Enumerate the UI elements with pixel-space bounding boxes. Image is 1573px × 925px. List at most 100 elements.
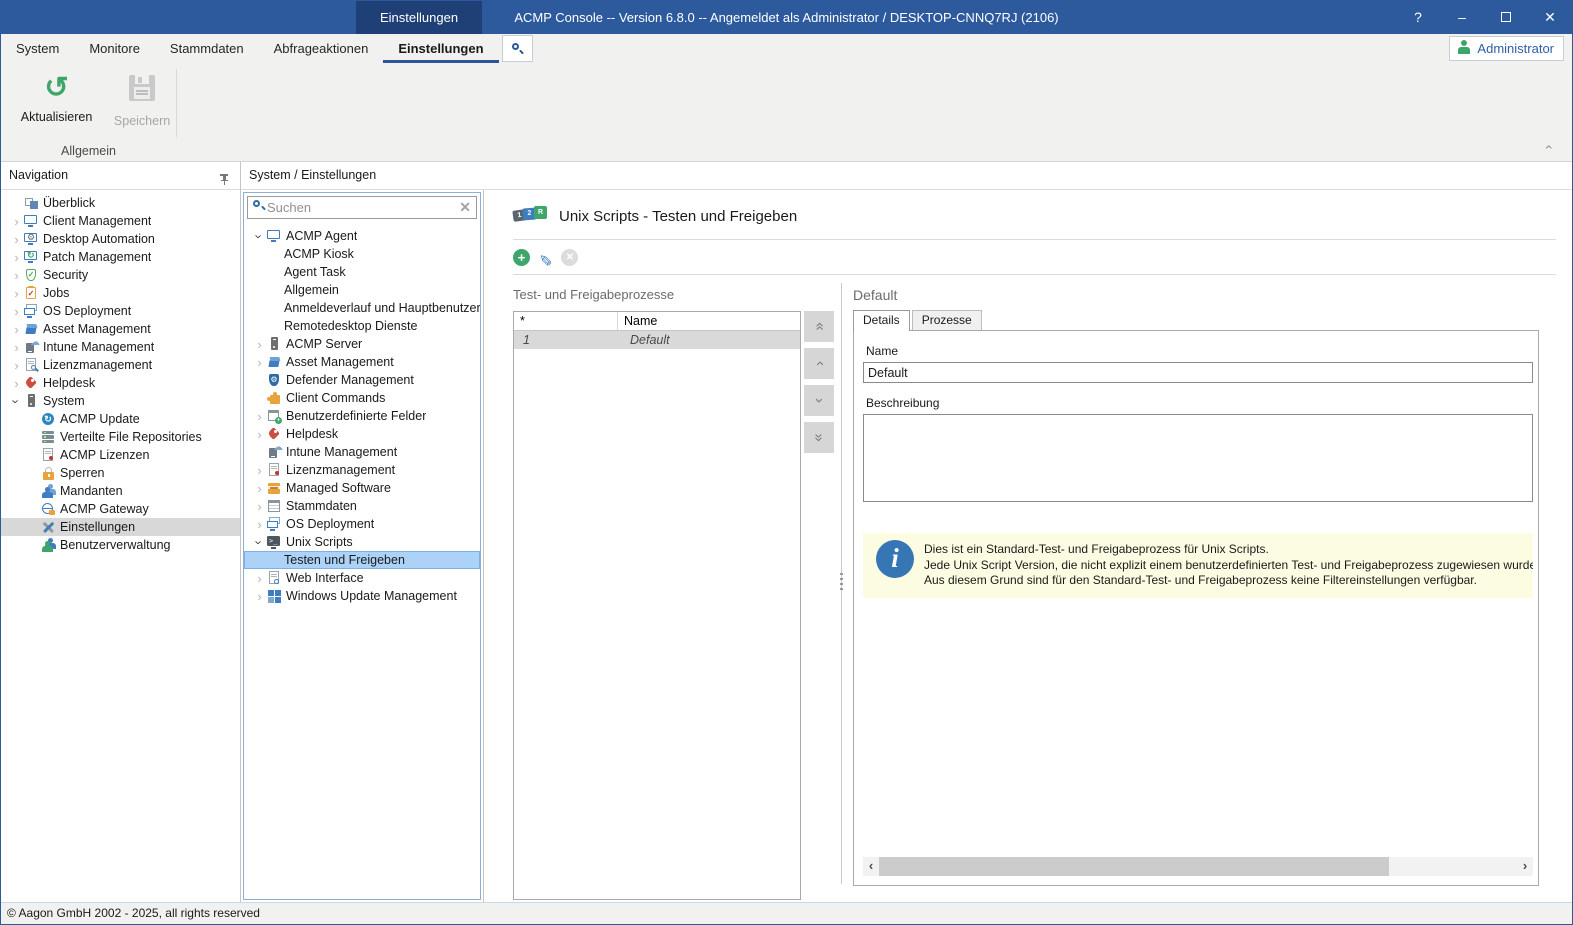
expand-chevron-icon[interactable]: › — [252, 535, 267, 550]
expand-chevron-icon[interactable]: › — [9, 232, 24, 247]
settings-item-asset-management[interactable]: ›Asset Management — [244, 353, 480, 371]
nav-item-überblick[interactable]: Überblick — [1, 194, 240, 212]
settings-item-intune-management[interactable]: ☁Intune Management — [244, 443, 480, 461]
description-field[interactable] — [863, 414, 1533, 502]
nav-item-lizenzmanagement[interactable]: ›Lizenzmanagement — [1, 356, 240, 374]
settings-item-defender-management[interactable]: ⚙Defender Management — [244, 371, 480, 389]
nav-item-security[interactable]: ›✓Security — [1, 266, 240, 284]
settings-item-client-commands[interactable]: Client Commands — [244, 389, 480, 407]
scrollbar-track[interactable] — [879, 857, 1517, 876]
expand-chevron-icon[interactable]: › — [9, 214, 24, 229]
menu-tab-abfrageaktionen[interactable]: Abfrageaktionen — [259, 34, 384, 63]
settings-item-anmeldeverlauf-und-hauptbenutzer[interactable]: Anmeldeverlauf und Hauptbenutzer — [244, 299, 480, 317]
process-row-default[interactable]: 1Default — [514, 331, 800, 349]
expand-chevron-icon[interactable]: › — [252, 571, 267, 586]
settings-item-testen-und-freigeben[interactable]: Testen und Freigeben — [244, 551, 480, 569]
nav-item-intune-management[interactable]: ›☁Intune Management — [1, 338, 240, 356]
name-field[interactable] — [863, 362, 1533, 383]
nav-item-acmp-gateway[interactable]: ACMP Gateway — [1, 500, 240, 518]
expand-chevron-icon[interactable]: › — [252, 499, 267, 514]
nav-item-patch-management[interactable]: ›↻Patch Management — [1, 248, 240, 266]
move-top-button[interactable]: » — [804, 311, 834, 342]
column-header-name[interactable]: Name — [618, 312, 800, 330]
nav-item-jobs[interactable]: ›✓Jobs — [1, 284, 240, 302]
scroll-left-icon[interactable]: ‹ — [863, 857, 879, 876]
minimize-button[interactable]: – — [1440, 1, 1484, 34]
expand-chevron-icon[interactable]: › — [9, 286, 24, 301]
menu-tab-monitore[interactable]: Monitore — [74, 34, 155, 63]
search-input[interactable] — [267, 200, 454, 215]
move-bottom-button[interactable]: » — [804, 422, 834, 453]
maximize-button[interactable] — [1484, 1, 1528, 34]
expand-chevron-icon[interactable]: › — [252, 409, 267, 424]
settings-item-benutzerdefinierte-felder[interactable]: ›+Benutzerdefinierte Felder — [244, 407, 480, 425]
nav-item-desktop-automation[interactable]: ›⚙Desktop Automation — [1, 230, 240, 248]
expand-chevron-icon[interactable]: › — [252, 481, 267, 496]
splitter[interactable] — [841, 283, 842, 884]
settings-item-os-deployment[interactable]: ›OS Deployment — [244, 515, 480, 533]
menu-tab-stammdaten[interactable]: Stammdaten — [155, 34, 259, 63]
settings-item-allgemein[interactable]: Allgemein — [244, 281, 480, 299]
add-button[interactable]: + — [513, 249, 530, 266]
settings-item-remotedesktop-dienste[interactable]: Remotedesktop Dienste — [244, 317, 480, 335]
tab-details[interactable]: Details — [853, 310, 910, 331]
expand-chevron-icon[interactable]: › — [9, 340, 24, 355]
nav-item-client-management[interactable]: ›Client Management — [1, 212, 240, 230]
nav-item-benutzerverwaltung[interactable]: Benutzerverwaltung — [1, 536, 240, 554]
nav-item-verteilte-file-repositories[interactable]: Verteilte File Repositories — [1, 428, 240, 446]
help-button[interactable]: ? — [1396, 1, 1440, 34]
settings-item-web-interface[interactable]: ›Web Interface — [244, 569, 480, 587]
settings-item-stammdaten[interactable]: ›Stammdaten — [244, 497, 480, 515]
edit-button[interactable]: ✎ — [539, 250, 552, 266]
move-down-button[interactable]: › — [804, 385, 834, 416]
expand-chevron-icon[interactable]: › — [252, 229, 267, 244]
expand-chevron-icon[interactable]: › — [252, 517, 267, 532]
expand-chevron-icon[interactable]: › — [9, 358, 24, 373]
speichern-button[interactable]: Speichern — [108, 68, 176, 133]
nav-item-acmp-update[interactable]: ↻ACMP Update — [1, 410, 240, 428]
nav-item-os-deployment[interactable]: ›OS Deployment — [1, 302, 240, 320]
nav-item-system[interactable]: ›System — [1, 392, 240, 410]
expand-chevron-icon[interactable]: › — [9, 304, 24, 319]
expand-chevron-icon[interactable]: › — [9, 394, 24, 409]
settings-item-helpdesk[interactable]: ›Helpdesk — [244, 425, 480, 443]
nav-item-mandanten[interactable]: Mandanten — [1, 482, 240, 500]
pin-icon[interactable] — [217, 169, 232, 196]
settings-item-acmp-agent[interactable]: ›ACMP Agent — [244, 227, 480, 245]
collapse-ribbon-icon[interactable]: › — [1545, 139, 1550, 155]
column-header-index[interactable]: * — [514, 312, 618, 330]
settings-item-windows-update-management[interactable]: ›Windows Update Management — [244, 587, 480, 605]
aktualisieren-button[interactable]: ↺Aktualisieren — [15, 68, 98, 133]
close-button[interactable]: ✕ — [1528, 1, 1572, 34]
expand-chevron-icon[interactable]: › — [252, 589, 267, 604]
nav-item-helpdesk[interactable]: ›Helpdesk — [1, 374, 240, 392]
expand-chevron-icon[interactable]: › — [9, 322, 24, 337]
expand-chevron-icon[interactable]: › — [252, 355, 267, 370]
settings-item-managed-software[interactable]: ›Managed Software — [244, 479, 480, 497]
clear-search-icon[interactable]: ✕ — [454, 199, 476, 216]
delete-button[interactable]: ✕ — [561, 249, 578, 266]
expand-chevron-icon[interactable]: › — [9, 376, 24, 391]
menu-tab-einstellungen[interactable]: Einstellungen — [383, 34, 498, 63]
move-up-button[interactable]: › — [804, 348, 834, 379]
scrollbar-thumb[interactable] — [879, 857, 1389, 876]
expand-chevron-icon[interactable]: › — [9, 250, 24, 265]
expand-chevron-icon[interactable]: › — [252, 463, 267, 478]
nav-item-sperren[interactable]: Sperren — [1, 464, 240, 482]
expand-chevron-icon[interactable]: › — [252, 427, 267, 442]
menu-tab-system[interactable]: System — [1, 34, 74, 63]
nav-item-acmp-lizenzen[interactable]: ACMP Lizenzen — [1, 446, 240, 464]
nav-item-einstellungen[interactable]: Einstellungen — [1, 518, 240, 536]
administrator-button[interactable]: Administrator — [1449, 36, 1564, 61]
scroll-right-icon[interactable]: › — [1517, 857, 1533, 876]
search-button[interactable] — [502, 35, 533, 62]
expand-chevron-icon[interactable]: › — [252, 337, 267, 352]
expand-chevron-icon[interactable]: › — [9, 268, 24, 283]
settings-item-acmp-server[interactable]: ›ACMP Server — [244, 335, 480, 353]
settings-item-acmp-kiosk[interactable]: ACMP Kiosk — [244, 245, 480, 263]
nav-item-asset-management[interactable]: ›Asset Management — [1, 320, 240, 338]
settings-item-lizenzmanagement[interactable]: ›Lizenzmanagement — [244, 461, 480, 479]
settings-item-unix-scripts[interactable]: ›>_Unix Scripts — [244, 533, 480, 551]
settings-item-agent-task[interactable]: Agent Task — [244, 263, 480, 281]
tab-prozesse[interactable]: Prozesse — [912, 310, 982, 330]
